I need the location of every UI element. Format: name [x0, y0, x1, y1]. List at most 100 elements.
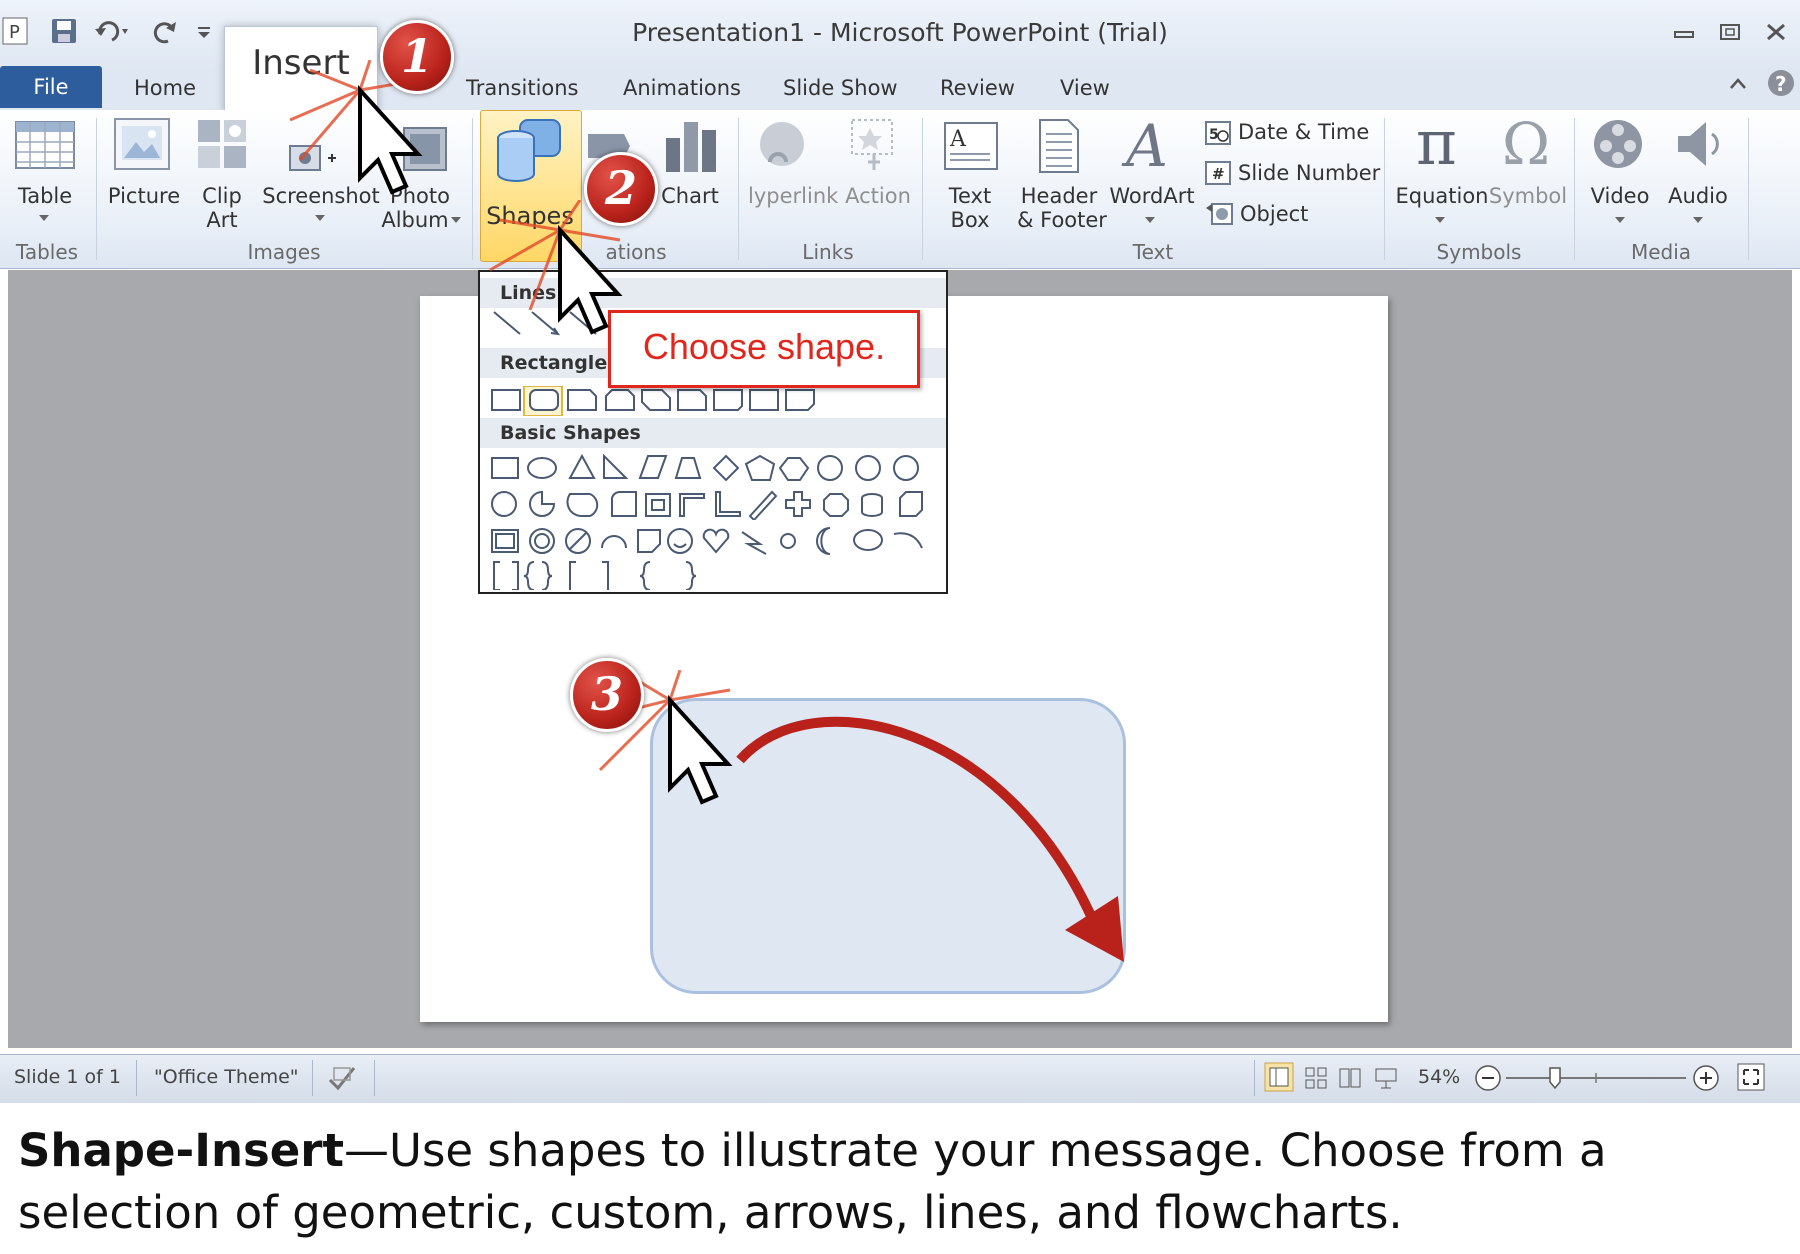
rectangles-row[interactable] [490, 386, 930, 416]
text-box-button-label-2[interactable]: Box [934, 208, 1006, 232]
reading-view-icon[interactable] [1338, 1066, 1362, 1090]
svg-text:A: A [949, 127, 967, 152]
object-button-label[interactable]: Object [1240, 202, 1340, 226]
group-label-tables: Tables [15, 240, 79, 264]
header-footer-button-label-1[interactable]: Header [1016, 184, 1102, 208]
header-footer-button-label-2[interactable]: & Footer [1010, 208, 1114, 232]
equation-button-label[interactable]: Equation [1392, 184, 1492, 208]
status-separator [136, 1060, 137, 1096]
gallery-section-basic-shapes: Basic Shapes [480, 418, 946, 448]
table-icon[interactable] [14, 118, 76, 172]
slide-number-button-label[interactable]: Slide Number [1238, 161, 1398, 185]
tab-review[interactable]: Review [940, 76, 1015, 100]
equation-icon[interactable]: π [1412, 112, 1472, 172]
svg-text:5: 5 [1209, 127, 1219, 143]
group-separator [738, 118, 739, 260]
text-box-icon[interactable]: A [942, 120, 1000, 172]
minimize-icon[interactable] [1672, 22, 1696, 42]
basic-shapes-row-2[interactable] [490, 490, 940, 520]
picture-button-label[interactable]: Picture [104, 184, 184, 208]
step-badge-2: 2 [584, 152, 658, 226]
restore-icon[interactable] [1718, 22, 1742, 42]
normal-view-icon[interactable] [1264, 1062, 1294, 1092]
object-icon[interactable] [1204, 200, 1234, 226]
group-separator [922, 118, 923, 260]
video-button-label[interactable]: Video [1582, 184, 1658, 208]
basic-shapes-row-4[interactable] [490, 560, 940, 590]
video-icon[interactable] [1590, 114, 1648, 174]
action-icon[interactable] [846, 114, 900, 174]
group-label-text: Text [1132, 240, 1174, 264]
svg-text:Ω: Ω [1502, 112, 1550, 172]
svg-text:?: ? [1775, 72, 1787, 96]
slide-sorter-icon[interactable] [1304, 1066, 1328, 1090]
wordart-dropdown-icon[interactable] [1144, 216, 1156, 224]
zoom-in-icon[interactable] [1692, 1064, 1720, 1092]
hyperlink-button-label[interactable]: lyperlink [748, 184, 838, 208]
group-label-images: Images [247, 240, 321, 264]
group-separator [96, 118, 97, 260]
audio-icon[interactable] [1672, 114, 1724, 174]
date-time-button-label[interactable]: Date & Time [1238, 120, 1388, 144]
audio-button-label[interactable]: Audio [1660, 184, 1736, 208]
clip-art-button-label-2[interactable]: Art [190, 208, 254, 232]
basic-shapes-row-1[interactable] [490, 454, 940, 484]
header-footer-icon[interactable] [1036, 118, 1082, 174]
slide-number-icon[interactable]: # [1204, 160, 1232, 186]
tab-view[interactable]: View [1060, 76, 1110, 100]
choose-shape-callout: Choose shape. [608, 310, 920, 388]
slide-show-view-icon[interactable] [1374, 1066, 1398, 1090]
hyperlink-icon[interactable] [756, 118, 812, 176]
svg-text:#: # [1212, 165, 1225, 183]
tab-animations[interactable]: Animations [623, 76, 741, 100]
group-label-symbols: Symbols [1436, 240, 1522, 264]
tab-slide-show[interactable]: Slide Show [783, 76, 898, 100]
fit-to-window-icon[interactable] [1736, 1062, 1766, 1092]
wordart-button-label[interactable]: WordArt [1106, 184, 1198, 208]
zoom-out-icon[interactable] [1474, 1064, 1502, 1092]
step-badge-3: 3 [570, 658, 644, 732]
wordart-icon[interactable]: A [1120, 114, 1176, 174]
svg-text:A: A [1121, 114, 1168, 174]
group-separator [1748, 118, 1749, 260]
spell-check-icon[interactable] [326, 1062, 360, 1094]
group-label-media: Media [1630, 240, 1692, 264]
chart-button-label[interactable]: Chart [654, 184, 726, 208]
tab-home[interactable]: Home [134, 76, 196, 100]
symbol-button-label[interactable]: Symbol [1488, 184, 1568, 208]
theme-name: "Office Theme" [154, 1066, 299, 1088]
video-dropdown-icon[interactable] [1614, 216, 1626, 224]
slide-indicator: Slide 1 of 1 [14, 1066, 121, 1088]
svg-text:π: π [1416, 112, 1457, 172]
photo-album-dropdown-icon[interactable] [450, 216, 462, 224]
tab-file[interactable]: File [0, 66, 102, 108]
date-time-icon[interactable]: 5 [1204, 120, 1232, 146]
clip-art-icon[interactable] [196, 118, 248, 170]
screenshot-dropdown-icon[interactable] [314, 214, 326, 222]
caption: Shape-Insert—Use shapes to illustrate yo… [18, 1120, 1788, 1244]
close-icon[interactable] [1764, 22, 1788, 42]
step-badge-1: 1 [380, 20, 454, 94]
tab-transitions[interactable]: Transitions [466, 76, 579, 100]
table-dropdown-icon[interactable] [38, 214, 50, 222]
table-button-label[interactable]: Table [10, 184, 80, 208]
photo-album-button-label-2[interactable]: Album [380, 208, 450, 232]
clip-art-button-label-1[interactable]: Clip [190, 184, 254, 208]
shapes-icon [490, 116, 568, 186]
group-separator [1384, 118, 1385, 260]
text-box-button-label-1[interactable]: Text [934, 184, 1006, 208]
symbol-icon[interactable]: Ω [1498, 112, 1558, 172]
group-label-links: Links [802, 240, 854, 264]
equation-dropdown-icon[interactable] [1434, 216, 1446, 224]
action-button-label[interactable]: Action [838, 184, 918, 208]
audio-dropdown-icon[interactable] [1692, 216, 1704, 224]
picture-icon[interactable] [112, 116, 172, 174]
minimize-ribbon-icon[interactable] [1728, 74, 1748, 94]
zoom-level[interactable]: 54% [1418, 1066, 1460, 1088]
status-separator [1254, 1060, 1255, 1096]
zoom-slider[interactable] [1506, 1064, 1686, 1092]
help-icon[interactable]: ? [1766, 68, 1796, 98]
status-separator [312, 1060, 313, 1096]
chart-icon[interactable] [662, 116, 720, 176]
basic-shapes-row-3[interactable] [490, 526, 940, 556]
